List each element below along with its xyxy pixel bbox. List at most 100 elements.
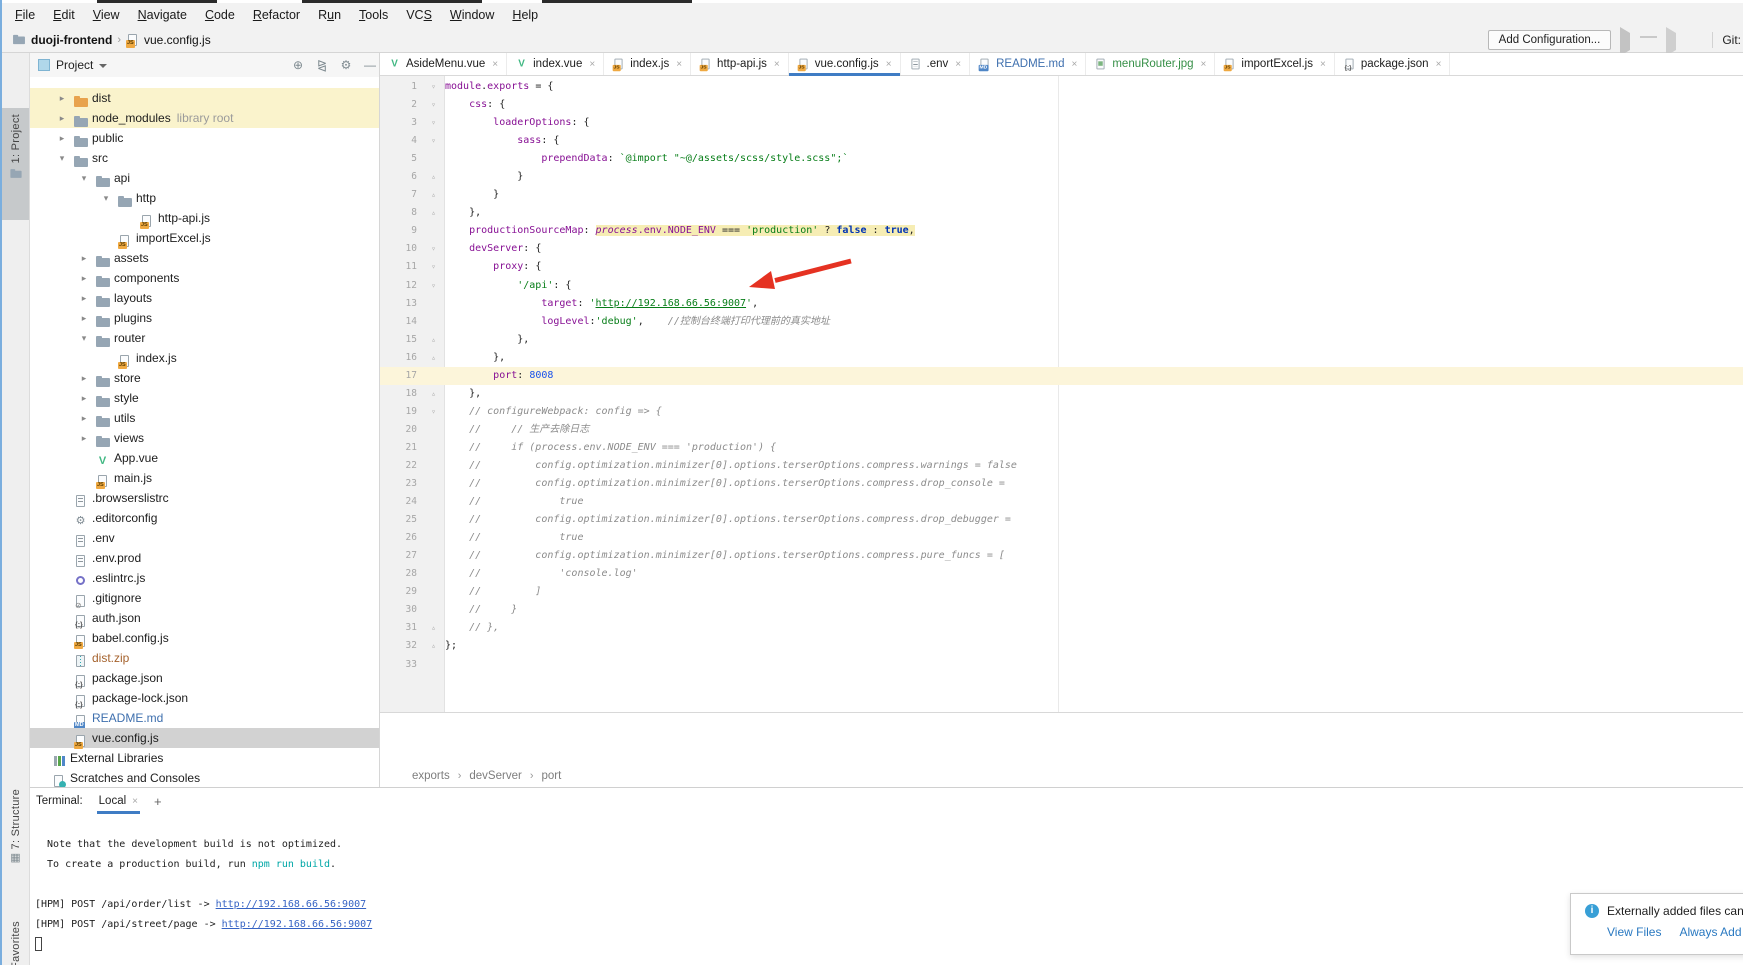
close-icon[interactable]: × bbox=[955, 59, 961, 70]
stripe-button-structure[interactable]: 7: Structure▦ bbox=[2, 783, 29, 915]
code-line-3[interactable]: 3▿ loaderOptions: { bbox=[380, 114, 1743, 132]
tree-item-package-json[interactable]: {;}package.json bbox=[30, 668, 379, 688]
code-line-11[interactable]: 11▿ proxy: { bbox=[380, 258, 1743, 276]
menu-item-view[interactable]: View bbox=[84, 5, 129, 25]
chevron-down-icon[interactable] bbox=[99, 64, 107, 68]
close-icon[interactable]: × bbox=[132, 796, 138, 807]
menu-item-help[interactable]: Help bbox=[503, 5, 547, 25]
code-line-31[interactable]: 31▵ // }, bbox=[380, 619, 1743, 637]
tab-vue-config-js[interactable]: JSvue.config.js× bbox=[789, 53, 901, 75]
tree-item-http-api-js[interactable]: JShttp-api.js bbox=[30, 208, 379, 228]
code-line-10[interactable]: 10▿ devServer: { bbox=[380, 240, 1743, 258]
tree-item-package-lock-json[interactable]: {;}package-lock.json bbox=[30, 688, 379, 708]
chevron-right-icon[interactable]: ▸ bbox=[79, 293, 89, 304]
tree-item-babel-config-js[interactable]: JSbabel.config.js bbox=[30, 628, 379, 648]
tree-item-importexcel-js[interactable]: JSimportExcel.js bbox=[30, 228, 379, 248]
fold-close-icon[interactable]: ▵ bbox=[422, 168, 445, 186]
fold-open-icon[interactable]: ▿ bbox=[422, 277, 445, 295]
fold-close-icon[interactable]: ▵ bbox=[422, 385, 445, 403]
code-line-32[interactable]: 32▵}; bbox=[380, 637, 1743, 655]
menu-item-window[interactable]: Window bbox=[441, 5, 503, 25]
menu-item-edit[interactable]: Edit bbox=[44, 5, 84, 25]
project-panel-title[interactable]: Project bbox=[56, 58, 93, 72]
tree-item-node-modules[interactable]: ▸node_moduleslibrary root bbox=[30, 108, 379, 128]
close-icon[interactable]: × bbox=[774, 59, 780, 70]
tab-importexcel-js[interactable]: JSimportExcel.js× bbox=[1215, 53, 1334, 75]
code-line-30[interactable]: 30 // } bbox=[380, 601, 1743, 619]
breadcrumb-exports[interactable]: exports bbox=[412, 770, 450, 782]
code-line-9[interactable]: 9 productionSourceMap: process.env.NODE_… bbox=[380, 222, 1743, 240]
tree-item-gitignore[interactable]: ⊘.gitignore bbox=[30, 588, 379, 608]
chevron-down-icon[interactable]: ▾ bbox=[79, 333, 89, 344]
fold-close-icon[interactable]: ▵ bbox=[422, 619, 445, 637]
chevron-right-icon[interactable]: ▸ bbox=[57, 113, 67, 124]
chevron-right-icon[interactable]: ▸ bbox=[79, 253, 89, 264]
fold-close-icon[interactable]: ▵ bbox=[422, 349, 445, 367]
code-line-6[interactable]: 6▵ } bbox=[380, 168, 1743, 186]
git-branch-widget[interactable]: Git: bbox=[1722, 33, 1741, 47]
menu-item-file[interactable]: File bbox=[6, 5, 44, 25]
code-line-5[interactable]: 5 prependData: `@import "~@/assets/scss/… bbox=[380, 150, 1743, 168]
code-line-28[interactable]: 28 // 'console.log' bbox=[380, 565, 1743, 583]
notification-action-view-files[interactable]: View Files bbox=[1607, 925, 1661, 939]
fold-open-icon[interactable]: ▿ bbox=[422, 78, 445, 96]
collapse-all-icon[interactable]: ⧎ bbox=[313, 58, 331, 72]
code-line-26[interactable]: 26 // true bbox=[380, 529, 1743, 547]
terminal-link[interactable]: http://192.168.66.56:9007 bbox=[216, 899, 367, 910]
fold-close-icon[interactable]: ▵ bbox=[422, 331, 445, 349]
chevron-down-icon[interactable]: ▾ bbox=[57, 153, 67, 164]
code-line-8[interactable]: 8▵ }, bbox=[380, 204, 1743, 222]
close-icon[interactable]: × bbox=[676, 59, 682, 70]
tree-item-env-prod[interactable]: .env.prod bbox=[30, 548, 379, 568]
code-line-24[interactable]: 24 // true bbox=[380, 493, 1743, 511]
notification-action-always-add[interactable]: Always Add bbox=[1679, 925, 1741, 939]
code-line-16[interactable]: 16▵ }, bbox=[380, 349, 1743, 367]
tree-item-src[interactable]: ▾src bbox=[30, 148, 379, 168]
tree-item-http[interactable]: ▾http bbox=[30, 188, 379, 208]
gear-icon[interactable]: ⚙ bbox=[337, 58, 355, 72]
locate-icon[interactable]: ⊕ bbox=[289, 58, 307, 72]
tree-item-router[interactable]: ▾router bbox=[30, 328, 379, 348]
chevron-right-icon[interactable]: ▸ bbox=[79, 433, 89, 444]
stripe-button-project[interactable]: 1: Project bbox=[2, 108, 29, 220]
code-editor[interactable]: 1▿module.exports = {2▿ css: {3▿ loaderOp… bbox=[380, 78, 1743, 674]
tree-item-env[interactable]: .env bbox=[30, 528, 379, 548]
tree-item-index-js[interactable]: JSindex.js bbox=[30, 348, 379, 368]
close-icon[interactable]: × bbox=[1072, 59, 1078, 70]
chevron-right-icon[interactable]: ▸ bbox=[57, 93, 67, 104]
code-line-15[interactable]: 15▵ }, bbox=[380, 331, 1743, 349]
tab-package-json[interactable]: {;}package.json× bbox=[1335, 53, 1451, 75]
close-icon[interactable]: × bbox=[589, 59, 595, 70]
tab-asidemenu-vue[interactable]: VAsideMenu.vue× bbox=[380, 53, 507, 75]
code-line-17[interactable]: 17 port: 8008 bbox=[380, 367, 1743, 385]
chevron-right-icon[interactable]: ▸ bbox=[79, 413, 89, 424]
menu-item-tools[interactable]: Tools bbox=[350, 5, 397, 25]
tree-item-views[interactable]: ▸views bbox=[30, 428, 379, 448]
chevron-down-icon[interactable]: ▾ bbox=[79, 173, 89, 184]
breadcrumb-devserver[interactable]: devServer bbox=[469, 770, 521, 782]
fold-close-icon[interactable]: ▵ bbox=[422, 637, 445, 655]
breadcrumb-port[interactable]: port bbox=[541, 770, 561, 782]
close-icon[interactable]: × bbox=[492, 59, 498, 70]
fold-open-icon[interactable]: ▿ bbox=[422, 403, 445, 421]
code-line-13[interactable]: 13 target: 'http://192.168.66.56:9007', bbox=[380, 295, 1743, 313]
code-line-29[interactable]: 29 // ] bbox=[380, 583, 1743, 601]
tab-env[interactable]: .env× bbox=[901, 53, 971, 75]
tab-menurouter-jpg[interactable]: menuRouter.jpg× bbox=[1086, 53, 1215, 75]
chevron-right-icon[interactable]: ▸ bbox=[79, 273, 89, 284]
tree-item-browserslistrc[interactable]: .browserslistrc bbox=[30, 488, 379, 508]
close-icon[interactable]: × bbox=[1436, 59, 1442, 70]
tree-item-main-js[interactable]: JSmain.js bbox=[30, 468, 379, 488]
close-icon[interactable]: × bbox=[1320, 59, 1326, 70]
code-line-33[interactable]: 33 bbox=[380, 656, 1743, 674]
chevron-right-icon[interactable]: ▸ bbox=[79, 393, 89, 404]
tree-item-utils[interactable]: ▸utils bbox=[30, 408, 379, 428]
code-line-14[interactable]: 14 logLevel:'debug', //控制台终端打印代理前的真实地址 bbox=[380, 313, 1743, 331]
terminal-output[interactable]: Note that the development build is not o… bbox=[35, 815, 372, 955]
menu-item-refactor[interactable]: Refactor bbox=[244, 5, 309, 25]
fold-open-icon[interactable]: ▿ bbox=[422, 240, 445, 258]
fold-open-icon[interactable]: ▿ bbox=[422, 114, 445, 132]
terminal-link[interactable]: http://192.168.66.56:9007 bbox=[222, 919, 373, 930]
tree-item-readme-md[interactable]: MDREADME.md bbox=[30, 708, 379, 728]
tree-item-components[interactable]: ▸components bbox=[30, 268, 379, 288]
